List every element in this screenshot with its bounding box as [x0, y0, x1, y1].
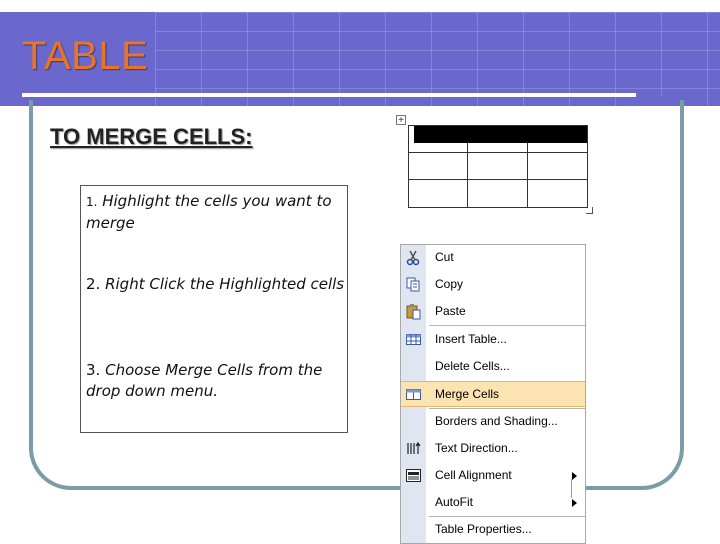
table-border: [408, 125, 409, 208]
step-3: 3. Choose Merge Cells from the drop down…: [86, 360, 348, 402]
step-2-number: 2.: [86, 275, 101, 293]
table-border: [587, 125, 588, 208]
header-underline: [22, 93, 636, 97]
paste-icon: [405, 303, 422, 320]
menu-item-table-properties[interactable]: Table Properties...: [401, 517, 585, 543]
slide-subtitle: TO MERGE CELLS:: [50, 124, 253, 149]
menu-item-label: Cut: [435, 250, 454, 264]
menu-item-cut[interactable]: Cut: [401, 245, 585, 271]
menu-item-cell-alignment[interactable]: Cell Alignment: [401, 463, 585, 498]
table-border: [527, 143, 528, 208]
table-border: [408, 152, 588, 153]
menu-item-label: Merge Cells: [435, 387, 500, 401]
menu-item-label: Copy: [435, 277, 464, 291]
menu-item-copy[interactable]: Copy: [401, 272, 585, 298]
insert-table-icon: [405, 331, 422, 348]
submenu-arrow-icon: [571, 472, 577, 498]
step-1: 1. Highlight the cells you want to merge: [86, 191, 348, 234]
menu-item-merge-cells[interactable]: Merge Cells: [401, 381, 585, 407]
menu-item-paste[interactable]: Paste: [401, 299, 585, 325]
table-row-highlighted[interactable]: [414, 126, 588, 143]
step-2: 2. Right Click the Highlighted cells: [86, 274, 348, 295]
step-3-number: 3.: [86, 361, 101, 379]
submenu-arrow-icon: [572, 499, 577, 507]
menu-separator: [429, 325, 585, 326]
header-grid-pattern: [155, 12, 720, 106]
menu-item-label: Delete Cells...: [435, 359, 510, 373]
text-direction-icon: [405, 440, 422, 457]
cell-alignment-icon: [405, 467, 422, 484]
step-1-text: Highlight the cells you want to merge: [86, 192, 332, 232]
menu-item-label: Paste: [435, 304, 466, 318]
move-handle-icon[interactable]: +: [396, 115, 406, 126]
step-3-text: Choose Merge Cells from the drop down me…: [86, 361, 323, 400]
menu-item-label: Table Properties...: [435, 522, 532, 536]
menu-item-delete-cells[interactable]: Delete Cells...: [401, 354, 585, 380]
table-border: [408, 179, 588, 180]
table-border: [467, 143, 468, 208]
table-border: [408, 207, 588, 208]
merge-cells-icon: [405, 386, 422, 403]
menu-item-label: Borders and Shading...: [435, 414, 558, 428]
scissors-icon: [405, 249, 422, 266]
menu-item-insert-table[interactable]: Insert Table...: [401, 327, 585, 353]
menu-item-label: AutoFit: [435, 495, 474, 509]
slide-title: TABLE: [22, 34, 149, 78]
context-menu: Cut Copy Paste Insert Table... Delete Ce…: [400, 244, 586, 544]
menu-item-label: Cell Alignment: [435, 468, 512, 482]
table-border: [408, 125, 588, 126]
step-2-text: Right Click the Highlighted cells: [105, 275, 345, 293]
copy-icon: [405, 276, 422, 293]
menu-item-text-direction[interactable]: Text Direction...: [401, 436, 585, 462]
step-1-number: 1.: [86, 195, 98, 209]
menu-item-label: Insert Table...: [435, 332, 507, 346]
instructions-box: 1. Highlight the cells you want to merge…: [80, 185, 348, 433]
menu-item-borders-shading[interactable]: Borders and Shading...: [401, 409, 585, 435]
menu-item-autofit[interactable]: AutoFit: [401, 490, 585, 516]
menu-item-label: Text Direction...: [435, 441, 518, 455]
table-resize-handle[interactable]: [586, 207, 593, 214]
